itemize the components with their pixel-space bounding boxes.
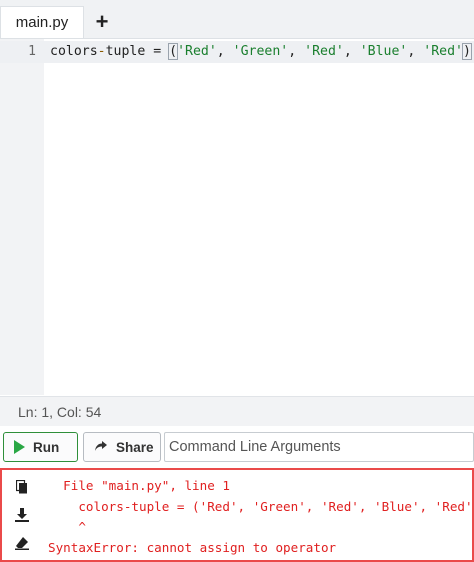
console-line: ^ xyxy=(48,519,86,534)
share-label: Share xyxy=(116,439,154,455)
console-toolbar xyxy=(2,470,42,560)
console-output: File "main.py", line 1 colors-tuple = ('… xyxy=(48,476,474,558)
code-token: ) xyxy=(461,43,472,60)
code-token: 'Red' xyxy=(304,44,344,59)
code-token: , xyxy=(407,44,424,59)
code-token: 'Red' xyxy=(423,44,463,59)
code-token: , xyxy=(343,44,360,59)
play-icon xyxy=(14,440,25,454)
output-console: File "main.py", line 1 colors-tuple = ('… xyxy=(0,468,474,562)
code-token: ( xyxy=(168,43,179,60)
code-editor[interactable]: 1 colors-tuple = ('Red', 'Green', 'Red',… xyxy=(0,39,474,395)
code-line[interactable]: colors-tuple = ('Red', 'Green', 'Red', '… xyxy=(50,41,472,63)
command-line-arguments-input[interactable] xyxy=(164,432,474,462)
cursor-position: Ln: 1, Col: 54 xyxy=(18,404,102,420)
console-line: colors-tuple = ('Red', 'Green', 'Red', '… xyxy=(48,498,474,514)
console-line: File "main.py", line 1 xyxy=(48,478,230,493)
plus-icon: + xyxy=(95,9,109,34)
eraser-icon[interactable] xyxy=(14,534,30,552)
status-bar: Ln: 1, Col: 54 xyxy=(0,396,474,426)
code-token: 'Blue' xyxy=(359,44,408,59)
run-label: Run xyxy=(33,439,60,455)
tab-bar: main.py + xyxy=(0,0,474,39)
code-token: , xyxy=(216,44,233,59)
download-icon[interactable] xyxy=(14,506,30,524)
share-button[interactable]: Share xyxy=(83,432,161,462)
console-line: SyntaxError: cannot assign to operator xyxy=(48,539,337,555)
code-token: 'Green' xyxy=(232,44,289,59)
code-token: tuple = xyxy=(105,44,170,59)
line-number: 1 xyxy=(28,44,36,59)
code-token: 'Red' xyxy=(177,44,217,59)
run-toolbar: Run Share xyxy=(0,430,474,466)
add-tab-button[interactable]: + xyxy=(85,6,119,38)
code-token: , xyxy=(288,44,305,59)
code-token: - xyxy=(97,44,106,59)
code-token: colors xyxy=(50,44,98,59)
line-gutter xyxy=(0,39,44,395)
run-button[interactable]: Run xyxy=(3,432,78,462)
copy-icon[interactable] xyxy=(14,478,30,496)
share-icon xyxy=(94,440,108,455)
tab-label: main.py xyxy=(15,14,69,31)
tab-main-py[interactable]: main.py xyxy=(0,6,84,38)
